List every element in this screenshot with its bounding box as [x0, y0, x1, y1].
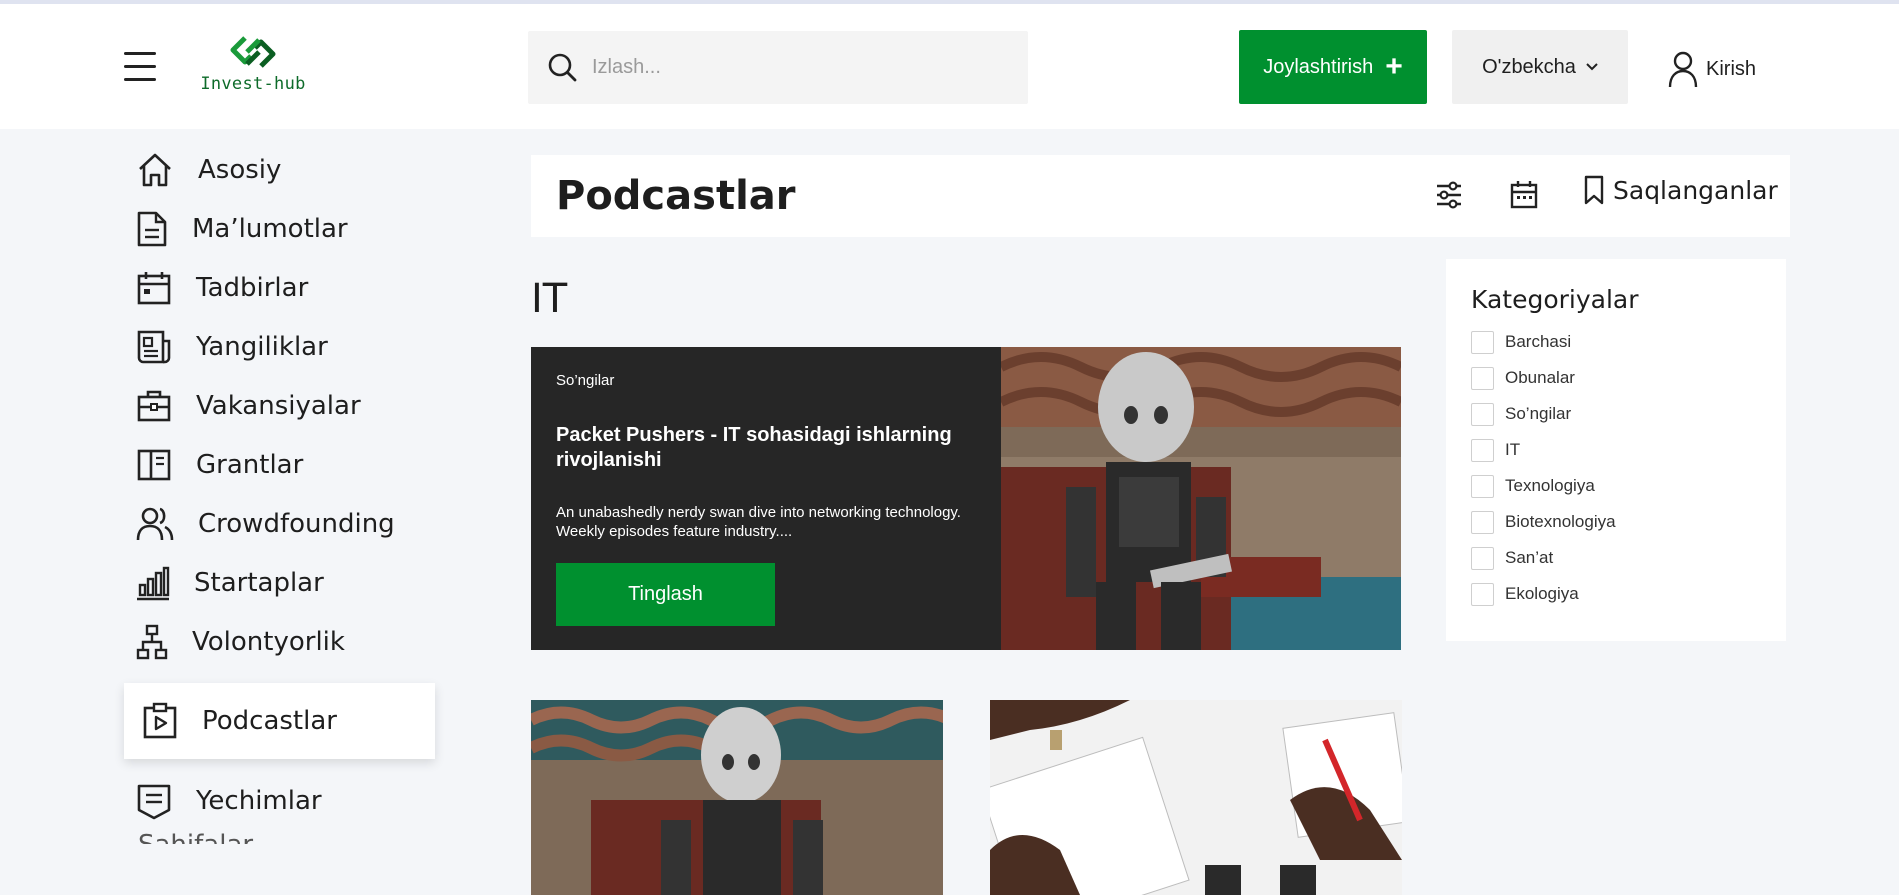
- sidebar-item-label: Volontyorlik: [192, 626, 345, 657]
- listen-button[interactable]: Tinglash: [556, 563, 775, 626]
- post-button[interactable]: Joylashtirish +: [1239, 30, 1427, 104]
- sidebar-item-sahifalar[interactable]: Sahifalar: [124, 830, 444, 844]
- sidebar-item-label: Tadbirlar: [196, 272, 309, 303]
- sidebar-item-asosiy[interactable]: Asosiy: [124, 140, 444, 199]
- category-checkbox[interactable]: [1471, 402, 1494, 426]
- language-select[interactable]: O'zbekcha: [1452, 30, 1628, 104]
- category-checkbox[interactable]: [1471, 510, 1494, 534]
- filter-sliders-icon[interactable]: [1434, 177, 1464, 213]
- featured-text: So’ngilar Packet Pushers - IT sohasidagi…: [556, 372, 996, 541]
- home-icon: [139, 153, 171, 186]
- post-button-label: Joylashtirish: [1263, 55, 1374, 78]
- category-label: So’ngilar: [1505, 404, 1572, 423]
- login-label: Kirish: [1706, 57, 1757, 80]
- sidebar-item-tadbirlar[interactable]: Tadbirlar: [124, 258, 444, 317]
- hierarchy-icon: [136, 624, 168, 659]
- logo-text: Invest-hub: [200, 74, 306, 94]
- category-label: Barchasi: [1505, 332, 1572, 351]
- sidebar-item-label: Startaplar: [194, 567, 324, 598]
- category-option[interactable]: So’ngilar: [1471, 396, 1786, 432]
- categories-panel: Kategoriyalar Barchasi Obunalar So’ngila…: [1446, 259, 1786, 641]
- sidebar-item-label: Yechimlar: [196, 785, 322, 816]
- sidebar-item-volontyorlik[interactable]: Volontyorlik: [124, 612, 444, 671]
- sidebar-item-startaplar[interactable]: Startaplar: [124, 553, 444, 612]
- category-label: Texnologiya: [1505, 476, 1595, 495]
- category-checkbox[interactable]: [1471, 366, 1494, 390]
- bookmark-icon: [1584, 175, 1604, 205]
- sidebar-item-label: Asosiy: [198, 154, 282, 185]
- top-header: Invest-hub Joylashtirish + O'zbekcha Kir…: [0, 4, 1899, 129]
- saved-label: Saqlanganlar: [1613, 175, 1778, 205]
- category-checkbox[interactable]: [1471, 546, 1494, 570]
- sidebar-item-grantlar[interactable]: Grantlar: [124, 435, 444, 494]
- sidebar-item-vakansiyalar[interactable]: Vakansiyalar: [124, 376, 444, 435]
- calendar-icon[interactable]: [1509, 177, 1539, 213]
- page-header: Podcastlar Saqlanganlar: [531, 155, 1790, 237]
- login-button[interactable]: Kirish: [1668, 49, 1756, 89]
- book-icon: [137, 449, 171, 480]
- category-option[interactable]: Obunalar: [1471, 360, 1786, 396]
- logo[interactable]: Invest-hub: [198, 32, 308, 104]
- sidebar: Asosiy Ma’lumotlar Tadbirlar Yangiliklar: [124, 140, 444, 844]
- document-icon: [137, 211, 167, 246]
- search-input[interactable]: [592, 56, 992, 79]
- sidebar-item-label: Grantlar: [196, 449, 304, 480]
- sidebar-item-podcastlar[interactable]: Podcastlar: [124, 683, 435, 759]
- chevron-down-icon: [1586, 63, 1598, 71]
- category-label: Biotexnologiya: [1505, 512, 1616, 531]
- category-checkbox[interactable]: [1471, 330, 1494, 354]
- briefcase-icon: [137, 390, 171, 421]
- sidebar-item-yangiliklar[interactable]: Yangiliklar: [124, 317, 444, 376]
- categories-title: Kategoriyalar: [1471, 285, 1639, 314]
- section-title: IT: [531, 276, 568, 322]
- sidebar-item-label: Ma’lumotlar: [192, 213, 348, 244]
- sidebar-item-malumotlar[interactable]: Ma’lumotlar: [124, 199, 444, 258]
- featured-tag: So’ngilar: [556, 372, 615, 389]
- sidebar-item-label: Vakansiyalar: [196, 390, 361, 421]
- category-label: IT: [1505, 440, 1521, 459]
- featured-description: An unabashedly nerdy swan dive into netw…: [556, 504, 961, 540]
- robot-thumbnail-image: [531, 700, 943, 895]
- robot-image: [1001, 347, 1401, 650]
- plus-icon: +: [1385, 50, 1403, 83]
- category-option[interactable]: IT: [1471, 432, 1786, 468]
- notebook-thumbnail-image: [990, 700, 1402, 895]
- users-icon: [136, 507, 174, 540]
- newspaper-icon: [137, 330, 171, 363]
- featured-title[interactable]: Packet Pushers - IT sohasidagi ishlarnin…: [556, 423, 996, 473]
- receipt-icon: [137, 784, 171, 819]
- sidebar-item-label: Yangiliklar: [196, 331, 328, 362]
- category-checkbox[interactable]: [1471, 438, 1494, 462]
- sidebar-item-yechimlar[interactable]: Yechimlar: [124, 771, 444, 830]
- sidebar-item-label: Podcastlar: [202, 706, 337, 736]
- podcast-card-image[interactable]: [990, 700, 1402, 895]
- saved-button[interactable]: Saqlanganlar: [1583, 175, 1778, 205]
- category-option[interactable]: Barchasi: [1471, 324, 1786, 360]
- category-checkbox[interactable]: [1471, 582, 1494, 606]
- category-option[interactable]: Biotexnologiya: [1471, 504, 1786, 540]
- podcast-card-image[interactable]: [531, 700, 943, 895]
- category-option[interactable]: Texnologiya: [1471, 468, 1786, 504]
- menu-icon[interactable]: [124, 52, 156, 86]
- category-option[interactable]: San’at: [1471, 540, 1786, 576]
- search-icon[interactable]: [546, 51, 580, 85]
- user-icon: [1668, 51, 1698, 88]
- page-title: Podcastlar: [556, 173, 796, 219]
- calendar-icon: [137, 271, 171, 304]
- category-label: Obunalar: [1505, 368, 1575, 387]
- featured-podcast-card[interactable]: So’ngilar Packet Pushers - IT sohasidagi…: [531, 347, 1401, 650]
- category-label: Ekologiya: [1505, 584, 1579, 603]
- language-label: O'zbekcha: [1482, 55, 1576, 78]
- category-option[interactable]: Ekologiya: [1471, 576, 1786, 612]
- category-checkbox[interactable]: [1471, 474, 1494, 498]
- category-label: San’at: [1505, 548, 1554, 567]
- sidebar-item-crowdfounding[interactable]: Crowdfounding: [124, 494, 444, 553]
- podcast-icon: [143, 702, 177, 739]
- logo-mark-icon: [230, 36, 276, 68]
- sidebar-item-label: Crowdfounding: [198, 508, 395, 539]
- bar-chart-icon: [137, 566, 170, 600]
- search-bar: [528, 31, 1028, 104]
